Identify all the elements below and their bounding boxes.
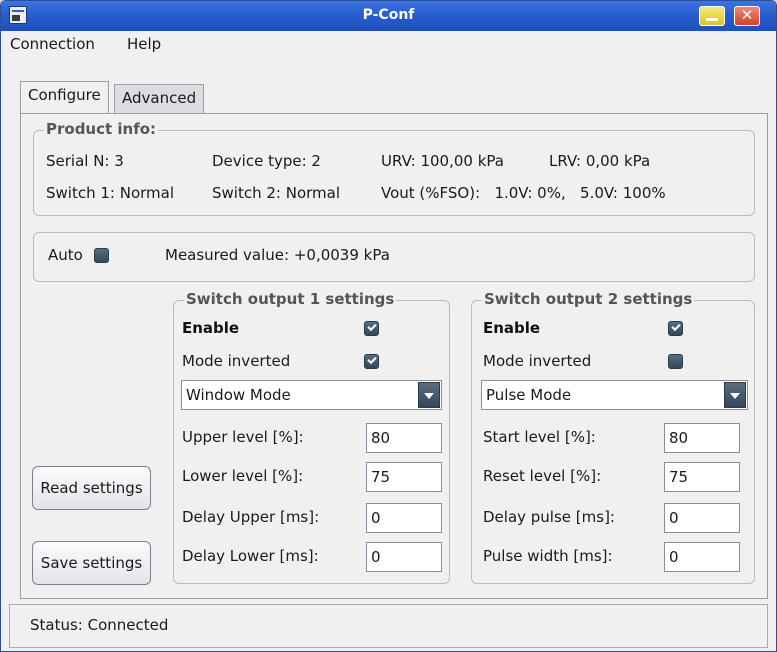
switch2-mode-inverted-checkbox[interactable] bbox=[668, 354, 683, 369]
switch-output-2-title: Switch output 2 settings bbox=[482, 290, 695, 308]
status-text: Status: Connected bbox=[30, 616, 169, 634]
product-info-title: Product info: bbox=[44, 120, 159, 138]
switch1-mode-inverted-checkbox[interactable] bbox=[364, 354, 379, 369]
switch2-pulse-width-label: Pulse width [ms]: bbox=[483, 547, 613, 565]
close-button[interactable]: ✕ bbox=[734, 6, 760, 26]
auto-checkbox[interactable] bbox=[94, 248, 109, 263]
read-settings-button[interactable]: Read settings bbox=[32, 466, 151, 510]
menu-bar: Connection Help bbox=[1, 32, 776, 56]
switch1-mode-select[interactable]: Window Mode bbox=[181, 380, 442, 410]
switch2-enable-checkbox[interactable] bbox=[668, 321, 683, 336]
minimize-button[interactable] bbox=[699, 6, 725, 26]
chevron-down-icon[interactable] bbox=[418, 382, 440, 408]
configure-panel: Product info: Serial N: 3 Device type: 2… bbox=[20, 113, 768, 599]
title-bar[interactable]: P-Conf ✕ bbox=[1, 1, 776, 31]
device-type: Device type: 2 bbox=[212, 152, 321, 170]
switch2-reset-input[interactable] bbox=[664, 462, 740, 492]
switch2-enable-label: Enable bbox=[483, 319, 541, 337]
switch2-delay-pulse-label: Delay pulse [ms]: bbox=[483, 508, 615, 526]
switch2-mode-inverted-label: Mode inverted bbox=[483, 352, 592, 370]
switch1-upper-label: Upper level [%]: bbox=[182, 428, 304, 446]
switch2-mode-select[interactable]: Pulse Mode bbox=[481, 380, 748, 410]
switch1-mode-value: Window Mode bbox=[186, 386, 291, 404]
switch1-lower-label: Lower level [%]: bbox=[182, 467, 304, 485]
serial-number: Serial N: 3 bbox=[46, 152, 124, 170]
minimize-icon bbox=[706, 18, 718, 21]
auto-label: Auto bbox=[48, 246, 83, 264]
switch2-start-label: Start level [%]: bbox=[483, 428, 596, 446]
switch-output-2-group: Switch output 2 settings Enable Mode inv… bbox=[471, 290, 755, 584]
switch1-delay-lower-label: Delay Lower [ms]: bbox=[182, 547, 319, 565]
switch1-upper-input[interactable] bbox=[366, 423, 442, 453]
window-title: P-Conf bbox=[362, 7, 415, 23]
switch2-reset-label: Reset level [%]: bbox=[483, 467, 602, 485]
lrv-value: LRV: 0,00 kPa bbox=[549, 152, 651, 170]
switch1-lower-input[interactable] bbox=[366, 462, 442, 492]
measure-group: Auto Measured value: +0,0039 kPa bbox=[33, 232, 755, 282]
switch2-start-input[interactable] bbox=[664, 423, 740, 453]
switch1-mode-inverted-label: Mode inverted bbox=[182, 352, 291, 370]
switch1-delay-upper-input[interactable] bbox=[366, 503, 442, 533]
tab-configure[interactable]: Configure bbox=[20, 81, 109, 113]
switch2-mode-value: Pulse Mode bbox=[486, 386, 572, 404]
close-icon: ✕ bbox=[740, 6, 754, 24]
status-bar: Status: Connected bbox=[9, 604, 768, 648]
save-settings-button[interactable]: Save settings bbox=[32, 541, 151, 585]
switch1-enable-checkbox[interactable] bbox=[364, 321, 379, 336]
menu-connection[interactable]: Connection bbox=[10, 35, 95, 53]
chevron-down-icon[interactable] bbox=[724, 382, 746, 408]
vout-info: Vout (%FSO): 1.0V: 0%, 5.0V: 100% bbox=[381, 184, 666, 202]
measured-value: Measured value: +0,0039 kPa bbox=[165, 246, 390, 264]
switch2-pulse-width-input[interactable] bbox=[664, 542, 740, 572]
product-info-group: Product info: Serial N: 3 Device type: 2… bbox=[33, 120, 755, 216]
switch2-delay-pulse-input[interactable] bbox=[664, 503, 740, 533]
menu-help[interactable]: Help bbox=[127, 35, 161, 53]
switch1-info: Switch 1: Normal bbox=[46, 184, 174, 202]
tab-advanced[interactable]: Advanced bbox=[114, 84, 205, 114]
switch1-delay-lower-input[interactable] bbox=[366, 542, 442, 572]
app-window: P-Conf ✕ Connection Help Configure Advan… bbox=[0, 0, 777, 652]
switch1-delay-upper-label: Delay Upper [ms]: bbox=[182, 508, 320, 526]
switch2-info: Switch 2: Normal bbox=[212, 184, 340, 202]
switch-output-1-group: Switch output 1 settings Enable Mode inv… bbox=[173, 290, 450, 584]
switch-output-1-title: Switch output 1 settings bbox=[184, 290, 397, 308]
switch1-enable-label: Enable bbox=[182, 319, 240, 337]
urv-value: URV: 100,00 kPa bbox=[381, 152, 504, 170]
